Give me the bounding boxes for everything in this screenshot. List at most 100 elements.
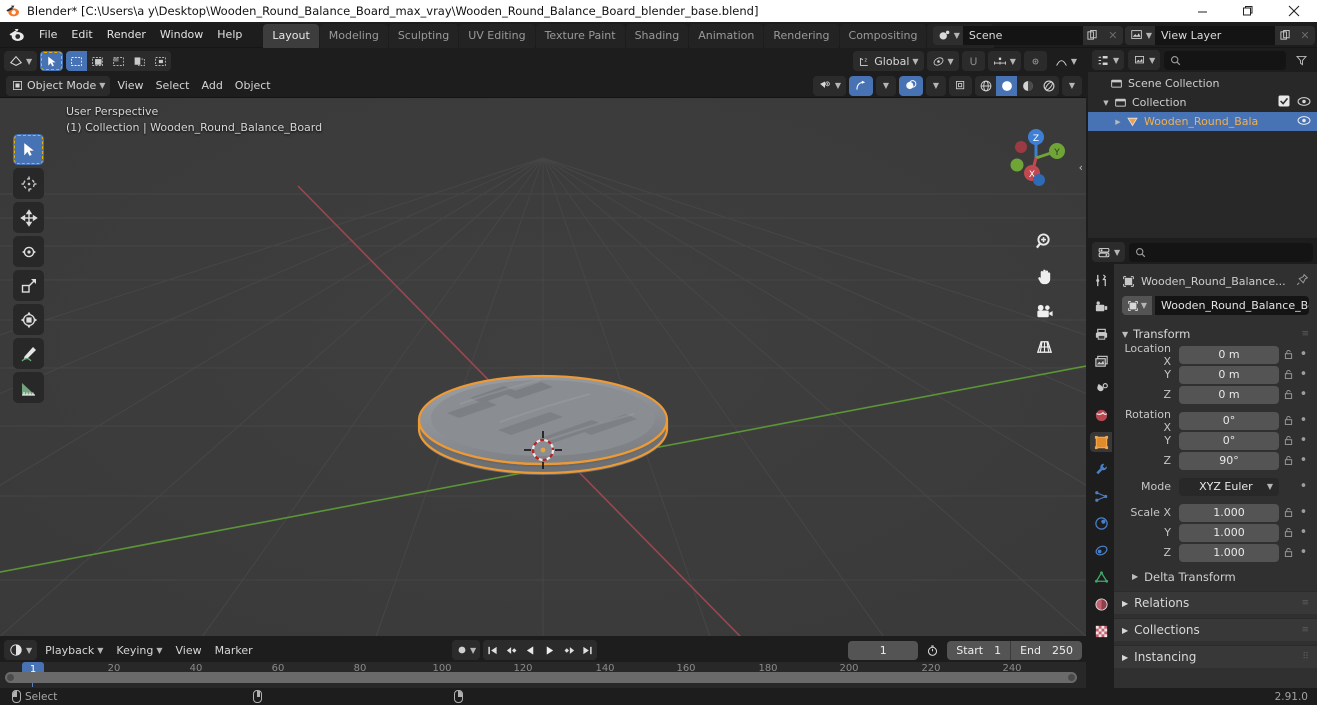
outliner-editor-type-selector[interactable]: ▼ (1092, 50, 1125, 70)
use-preview-range-button[interactable] (921, 640, 944, 660)
shading-rendered-icon[interactable] (1038, 76, 1059, 96)
end-frame-field[interactable]: End 250 (1010, 640, 1082, 660)
timeline-menu-marker[interactable]: Marker (210, 640, 258, 660)
gizmo-settings-selector[interactable]: ▼ (876, 75, 896, 96)
lock-icon[interactable] (1282, 547, 1295, 558)
select-box-icon[interactable] (66, 51, 88, 71)
delta-transform-subpanel[interactable]: ▶ Delta Transform (1122, 566, 1309, 587)
viewport-canvas[interactable]: User Perspective (1) Collection | Wooden… (0, 98, 1086, 636)
menu-help[interactable]: Help (210, 25, 249, 44)
timeline-body[interactable]: 20 40 60 80 100 120 140 160 180 200 220 … (0, 662, 1086, 688)
rotation-z-field[interactable]: 90° (1179, 451, 1279, 470)
ortho-persp-icon[interactable] (1031, 333, 1057, 359)
blender-menu-icon[interactable] (8, 26, 26, 44)
expand-triangle-icon[interactable]: ▼ (1100, 99, 1112, 107)
new-scene-button[interactable] (1082, 25, 1103, 45)
lock-icon[interactable] (1282, 349, 1295, 360)
select-intersect-icon[interactable] (150, 51, 171, 71)
expand-triangle-icon[interactable]: ▶ (1112, 118, 1124, 126)
lock-icon[interactable] (1282, 435, 1295, 446)
maximize-button[interactable] (1225, 0, 1271, 22)
editor-type-selector[interactable]: ▼ (4, 51, 38, 71)
jump-to-end-button[interactable] (578, 640, 597, 660)
menu-render[interactable]: Render (100, 25, 153, 44)
location-z-field[interactable]: 0 m (1179, 385, 1279, 404)
lock-icon[interactable] (1282, 369, 1295, 380)
properties-tab-material[interactable] (1090, 594, 1112, 614)
timeline-menu-view[interactable]: View (171, 640, 207, 660)
previous-keyframe-button[interactable] (502, 640, 521, 660)
cursor-tool[interactable] (13, 168, 44, 199)
properties-tab-view-layer[interactable] (1090, 351, 1112, 371)
scale-tool[interactable] (13, 270, 44, 301)
properties-tab-output[interactable] (1090, 324, 1112, 344)
next-keyframe-button[interactable] (559, 640, 578, 660)
pan-icon[interactable] (1031, 263, 1057, 289)
lock-icon[interactable] (1282, 415, 1295, 426)
outliner-row-object[interactable]: ▶ Wooden_Round_Bala (1088, 112, 1317, 131)
workspace-tab-shading[interactable]: Shading (625, 23, 689, 48)
outliner-filter-button[interactable] (1290, 50, 1313, 70)
scale-y-field[interactable]: 1.000 (1179, 523, 1279, 542)
auto-keying-toggle[interactable]: ▼ (452, 640, 481, 660)
properties-tab-texture[interactable] (1090, 621, 1112, 641)
animate-dot-icon[interactable]: • (1298, 546, 1309, 559)
outliner-row-scene-collection[interactable]: Scene Collection (1088, 74, 1317, 93)
close-button[interactable] (1271, 0, 1317, 22)
properties-tab-particles[interactable] (1090, 486, 1112, 506)
eye-icon[interactable] (1297, 115, 1311, 129)
shading-material-preview-icon[interactable] (1017, 76, 1038, 96)
gizmo-toggle-button[interactable] (849, 75, 873, 96)
shading-solid-icon[interactable] (996, 75, 1017, 96)
animate-dot-icon[interactable]: • (1298, 368, 1309, 381)
shading-settings-selector[interactable]: ▼ (1062, 75, 1082, 96)
menu-window[interactable]: Window (153, 25, 210, 44)
object-name-field[interactable]: Wooden_Round_Balance_Bo... (1155, 296, 1309, 315)
measure-tool[interactable] (13, 372, 44, 403)
camera-icon[interactable] (1031, 298, 1057, 324)
properties-tab-data[interactable] (1090, 567, 1112, 587)
select-extend-icon[interactable] (87, 51, 108, 71)
viewport-menu-view[interactable]: View (112, 76, 148, 96)
view-layer-selector[interactable]: ▼ View Layer ✕ (1124, 25, 1315, 45)
viewport-menu-select[interactable]: Select (151, 76, 195, 96)
zoom-icon[interactable] (1031, 228, 1057, 254)
workspace-tab-texture-paint[interactable]: Texture Paint (535, 23, 625, 48)
object-mode-selector[interactable]: Object Mode ▼ (6, 75, 111, 96)
properties-tab-tool[interactable] (1090, 270, 1112, 290)
animate-dot-icon[interactable]: • (1298, 480, 1309, 493)
xray-toggle-button[interactable] (949, 75, 972, 96)
relations-panel[interactable]: ▶ Relations ≡ (1114, 591, 1317, 614)
properties-tab-physics[interactable] (1090, 513, 1112, 533)
select-difference-icon[interactable] (129, 51, 150, 71)
timeline-editor-type-selector[interactable]: ▼ (4, 640, 38, 660)
lock-icon[interactable] (1282, 507, 1295, 518)
timeline-horizontal-scrollbar[interactable] (5, 672, 1077, 683)
menu-edit[interactable]: Edit (64, 25, 99, 44)
snap-settings-selector[interactable]: ▼ (987, 51, 1021, 71)
start-frame-field[interactable]: Start 1 (947, 641, 1010, 660)
remove-view-layer-button[interactable]: ✕ (1295, 25, 1315, 45)
view-layer-name-field[interactable]: View Layer (1155, 25, 1275, 45)
object-type-picker[interactable]: ▼ (1122, 296, 1152, 315)
visibility-selector[interactable]: ▼ (812, 75, 846, 96)
workspace-tab-rendering[interactable]: Rendering (764, 23, 839, 48)
rotate-tool[interactable] (13, 236, 44, 267)
proportional-edit-toggle[interactable] (1023, 51, 1047, 71)
tweak-mode-button[interactable] (40, 51, 64, 71)
outliner-row-collection[interactable]: ▼ Collection (1088, 93, 1317, 112)
properties-editor-type-selector[interactable]: ▼ (1092, 242, 1126, 262)
scale-x-field[interactable]: 1.000 (1179, 503, 1279, 522)
move-tool[interactable] (13, 202, 44, 233)
workspace-tab-layout[interactable]: Layout (263, 23, 319, 48)
sidebar-toggle-icon[interactable]: ‹ (1079, 161, 1083, 174)
lock-icon[interactable] (1282, 389, 1295, 400)
animate-dot-icon[interactable]: • (1298, 414, 1309, 427)
pivot-point-selector[interactable]: ▼ (926, 51, 959, 71)
unlink-scene-button[interactable]: ✕ (1102, 25, 1123, 45)
workspace-tab-animation[interactable]: Animation (689, 23, 764, 48)
animate-dot-icon[interactable]: • (1298, 526, 1309, 539)
eye-icon[interactable] (1297, 96, 1311, 110)
properties-tab-scene[interactable] (1090, 378, 1112, 398)
current-frame-field[interactable]: 1 (848, 640, 919, 660)
